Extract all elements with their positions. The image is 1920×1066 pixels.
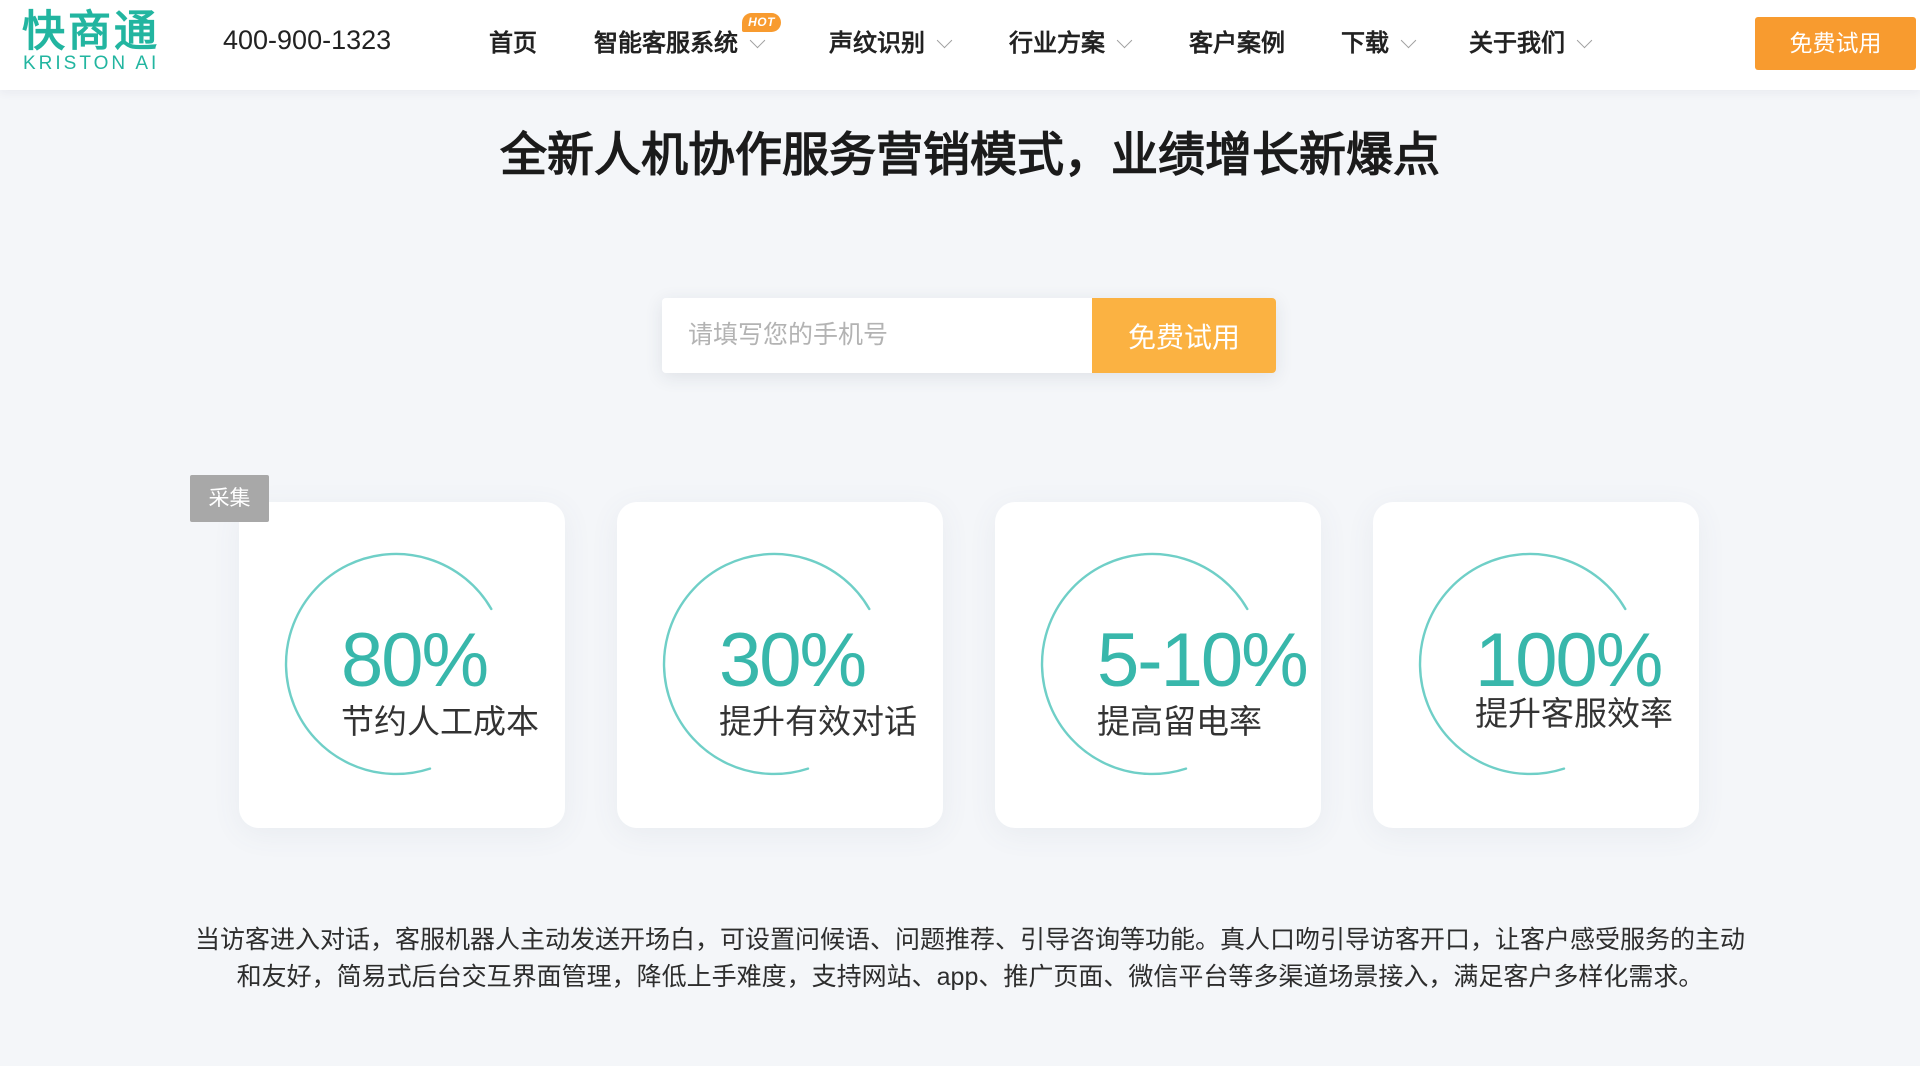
nav-item-download[interactable]: 下载 bbox=[1341, 26, 1417, 62]
nav-item-smart-customer-service[interactable]: 智能客服系统 HOT bbox=[594, 13, 781, 62]
collect-tag[interactable]: 采集 bbox=[190, 475, 269, 522]
stat-value: 30% bbox=[719, 618, 867, 703]
nav-item-label: 声纹识别 bbox=[829, 30, 925, 57]
nav-item-label: 关于我们 bbox=[1469, 30, 1565, 57]
chevron-down-icon bbox=[749, 32, 766, 49]
nav-item-industry-solutions[interactable]: 行业方案 bbox=[1009, 26, 1133, 62]
chevron-down-icon bbox=[1116, 32, 1133, 49]
nav-item-home[interactable]: 首页 bbox=[489, 26, 537, 62]
nav-item-label: 行业方案 bbox=[1009, 30, 1105, 57]
nav-item-about-us[interactable]: 关于我们 bbox=[1469, 26, 1593, 62]
chevron-down-icon bbox=[1576, 32, 1593, 49]
feature-description: 当访客进入对话，客服机器人主动发送开场白，可设置问候语、问题推荐、引导咨询等功能… bbox=[20, 922, 1920, 996]
trial-signup-form: 免费试用 bbox=[662, 298, 1276, 373]
hot-badge: HOT bbox=[742, 13, 781, 32]
nav-item-label: 智能客服系统 bbox=[594, 30, 738, 57]
description-line: 当访客进入对话，客服机器人主动发送开场白，可设置问候语、问题推荐、引导咨询等功能… bbox=[194, 926, 1745, 954]
stat-card: 5-10% 提高留电率 bbox=[995, 502, 1321, 828]
hero-title: 全新人机协作服务营销模式，业绩增长新爆点 bbox=[500, 128, 1440, 181]
chevron-down-icon bbox=[936, 32, 953, 49]
free-trial-submit-button[interactable]: 免费试用 bbox=[1092, 298, 1276, 373]
description-line: 和友好，简易式后台交互界面管理，降低上手难度，支持网站、app、推广页面、微信平… bbox=[236, 963, 1704, 991]
nav-item-voiceprint[interactable]: 声纹识别 bbox=[829, 26, 953, 62]
free-trial-button[interactable]: 免费试用 bbox=[1755, 17, 1916, 70]
stat-card: 30% 提升有效对话 bbox=[617, 502, 943, 828]
phone-number-input[interactable] bbox=[662, 298, 1092, 373]
stat-label: 提高留电率 bbox=[1097, 703, 1262, 740]
stat-value: 80% bbox=[341, 618, 489, 703]
stat-label: 提升有效对话 bbox=[719, 703, 917, 740]
stat-card: 100% 提升客服效率 bbox=[1373, 502, 1699, 828]
site-header: 快商通 KRISTON AI 400-900-1323 首页 智能客服系统 HO… bbox=[0, 0, 1920, 90]
stat-card: 80% 节约人工成本 bbox=[239, 502, 565, 828]
main-nav: 首页 智能客服系统 HOT 声纹识别 行业方案 客户案例 下载 关于我们 bbox=[0, 0, 1920, 90]
stat-value: 5-10% bbox=[1097, 618, 1309, 703]
stat-value: 100% bbox=[1475, 618, 1663, 703]
stat-label: 节约人工成本 bbox=[341, 703, 539, 740]
nav-item-label: 客户案例 bbox=[1189, 30, 1285, 57]
nav-item-label: 首页 bbox=[489, 30, 537, 57]
stat-label: 提升客服效率 bbox=[1475, 695, 1673, 732]
nav-item-customer-cases[interactable]: 客户案例 bbox=[1189, 26, 1285, 62]
chevron-down-icon bbox=[1400, 32, 1417, 49]
nav-item-label: 下载 bbox=[1341, 30, 1389, 57]
